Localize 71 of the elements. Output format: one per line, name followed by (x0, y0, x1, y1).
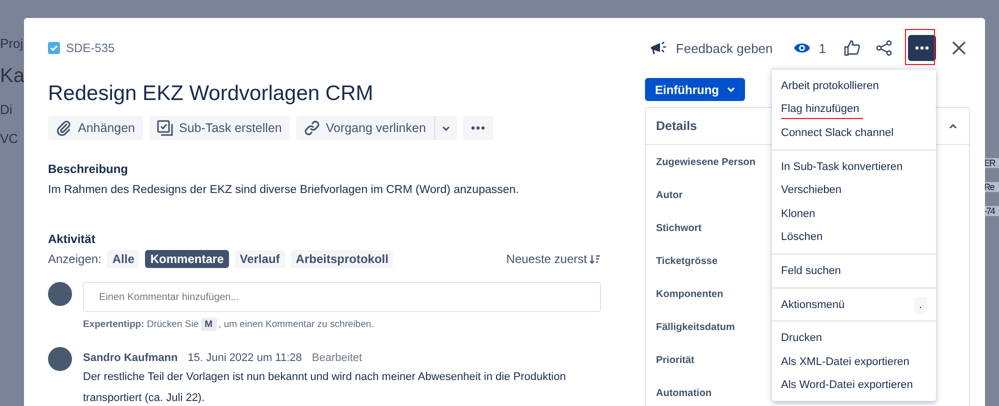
tip-text: Expertentipp: Drücken Sie (83, 319, 199, 330)
menu-item[interactable]: Drucken (772, 326, 936, 350)
toolbar-button[interactable]: Vorgang verlinken (296, 116, 434, 140)
issue-key-link[interactable]: SDE-535 (66, 41, 115, 55)
shortcut-hint: . (914, 296, 927, 313)
more-button[interactable] (908, 35, 936, 61)
field-label: Autor (656, 189, 683, 203)
chevron-down-icon (442, 126, 450, 130)
comment-date: 15. Juni 2022 um 11:28 (188, 352, 302, 364)
checkbox-icon (48, 42, 60, 54)
thumbs-up-icon[interactable] (844, 40, 860, 56)
field-label: Fälligkeitsdatum (656, 321, 735, 335)
status-button[interactable]: Einführung (645, 78, 745, 101)
menu-item[interactable]: In Sub-Task konvertieren (772, 154, 936, 178)
background-text: VC (0, 131, 20, 146)
comment-author: Sandro Kaufmann (83, 352, 178, 364)
close-icon[interactable] (952, 41, 966, 55)
more-icon (915, 46, 929, 50)
subtask-icon (157, 120, 174, 136)
field-label: Zugewiesene Person (656, 156, 756, 170)
menu-item[interactable]: Connect Slack channel (772, 121, 936, 145)
menu-item[interactable]: Aktionsmenü . (772, 292, 936, 316)
field-label: Ticketgrösse (656, 255, 718, 269)
menu-item[interactable]: Verschieben (772, 178, 936, 202)
avatar (48, 347, 72, 371)
field-label: Komponenten (656, 288, 724, 302)
issue-title: Redesign EKZ Wordvorlagen CRM (48, 82, 374, 106)
toolbar-button[interactable]: Anhängen (48, 116, 144, 140)
toolbar-button[interactable]: Sub-Task erstellen (149, 116, 290, 140)
more-icon (470, 126, 485, 130)
filter-label: Anzeigen: (48, 252, 102, 266)
menu-item[interactable]: Flag hinzufügen (772, 98, 936, 122)
background-text: Di (0, 102, 14, 117)
sort-button[interactable]: Neueste zuerst (506, 252, 600, 266)
menu-item[interactable]: Klonen (772, 202, 936, 226)
key-hint: M (200, 318, 217, 331)
filter-tab[interactable]: Kommentare (145, 250, 229, 268)
chevron-down-icon (726, 87, 735, 92)
more-button[interactable] (462, 116, 493, 140)
filter-tab[interactable]: Arbeitsprotokoll (290, 250, 394, 268)
share-icon[interactable] (876, 40, 892, 56)
comment-input-field[interactable]: Einen Kommentar hinzufügen... (83, 282, 601, 312)
background-text: Proj (0, 36, 24, 51)
eye-icon (792, 42, 811, 54)
watchers-button[interactable]: 1 (790, 38, 828, 58)
menu-item[interactable]: Als Word-Datei exportieren (772, 374, 936, 398)
background-text: Ka (0, 65, 24, 88)
field-label: Automation (656, 387, 712, 401)
chevron-up-icon[interactable] (949, 124, 957, 128)
menu-item[interactable]: Löschen (772, 226, 936, 250)
paperclip-icon (56, 120, 72, 136)
filter-tab[interactable]: Alle (107, 250, 140, 268)
avatar (48, 282, 72, 306)
sort-icon (590, 254, 600, 264)
comment-text: Der restliche Teil der Vorlagen ist nun bekannt und wird nach meiner Abwesenheit in die Produktion transportiert (ca. Juli 22). (83, 370, 567, 406)
description-text: Im Rahmen des Redesigns der EKZ sind diverse Briefvorlagen im CRM (Word) anzupassen. (48, 184, 520, 196)
menu-item[interactable]: Als XML-Datei exportieren (772, 350, 936, 374)
section-heading: Aktivität (48, 232, 96, 246)
field-label: Priorität (656, 354, 694, 368)
feedback-button[interactable]: Feedback geben (648, 38, 775, 58)
filter-tab[interactable]: Verlauf (234, 250, 285, 268)
panel-heading: Details (656, 119, 697, 133)
menu-item[interactable]: Arbeit protokollieren (772, 74, 936, 98)
dropdown-button[interactable] (434, 116, 457, 140)
menu-item[interactable]: Feld suchen (772, 259, 936, 283)
section-heading: Beschreibung (48, 162, 130, 176)
link-icon (304, 120, 320, 136)
edited-label: Bearbeitet (312, 352, 362, 364)
megaphone-icon (650, 41, 668, 55)
field-label: Stichwort (656, 222, 702, 236)
tip-text: , um einen Kommentar zu schreiben. (218, 319, 374, 330)
